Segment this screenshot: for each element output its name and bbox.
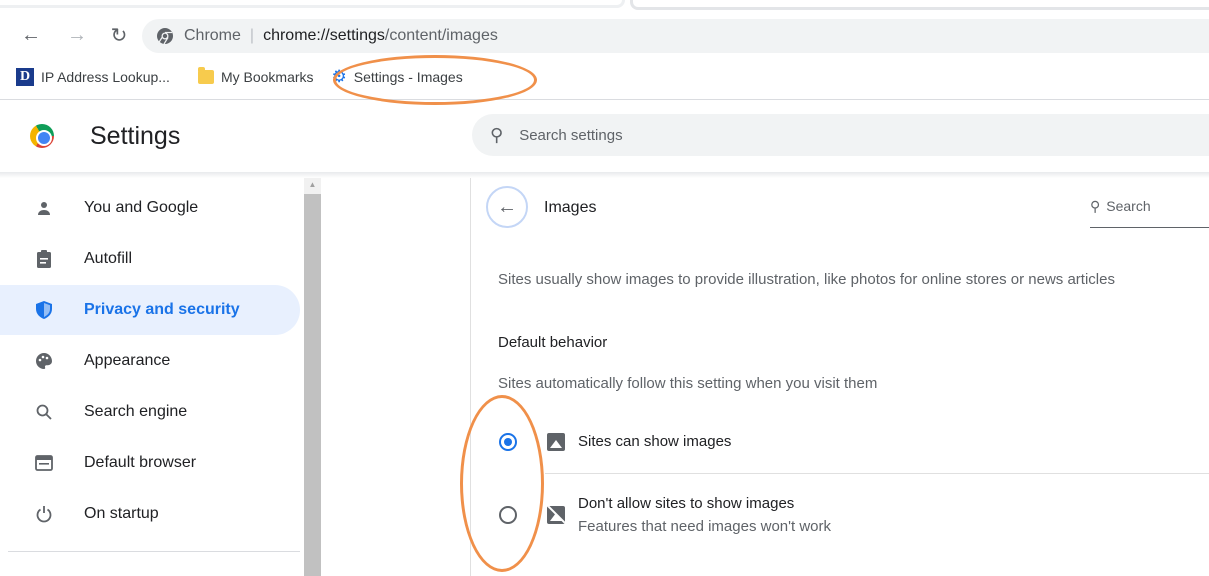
tab-strip (0, 0, 1209, 10)
back-button[interactable]: ← (486, 186, 528, 228)
power-icon (34, 505, 54, 523)
sidebar-item-privacy-and-security[interactable]: Privacy and security (0, 285, 300, 335)
sidebar-divider (8, 551, 300, 552)
option-allow-images-label[interactable]: Sites can show images (578, 433, 731, 450)
option-divider (545, 473, 1209, 474)
default-behavior-title: Default behavior (498, 334, 608, 351)
search-settings-input[interactable]: ⚲ Search settings (472, 114, 1209, 156)
option-block-images-label[interactable]: Don't allow sites to show images (578, 495, 794, 512)
sidebar: You and Google Autofill Privacy and secu… (0, 178, 300, 576)
omnibox-separator: | (249, 27, 255, 44)
browser-toolbar: ← → ↻ Chrome | chrome://settings/content… (0, 14, 1209, 56)
sidebar-item-search-engine[interactable]: Search engine (0, 387, 300, 437)
clipboard-icon (34, 250, 54, 268)
panel-description: Sites usually show images to provide ill… (498, 271, 1115, 288)
sidebar-item-label: On startup (84, 505, 159, 522)
annotation-oval-tab (333, 55, 537, 105)
sidebar-item-appearance[interactable]: Appearance (0, 336, 300, 386)
palette-icon (34, 352, 54, 370)
image-blocked-icon (547, 506, 565, 524)
sidebar-item-autofill[interactable]: Autofill (0, 234, 300, 284)
bookmark-label: IP Address Lookup... (41, 69, 170, 85)
search-icon: ⚲ (1090, 198, 1101, 214)
d-favicon-icon: D (16, 68, 34, 86)
site-label: Chrome (184, 27, 241, 44)
bookmark-label: My Bookmarks (220, 69, 314, 85)
browser-icon (34, 455, 54, 471)
folder-icon (197, 67, 214, 84)
search-icon (34, 404, 54, 420)
back-arrow-icon[interactable]: ← (18, 22, 44, 48)
option-block-images-sublabel: Features that need images won't work (578, 518, 831, 535)
url-host: chrome://settings (263, 27, 385, 44)
sidebar-item-label: Autofill (84, 250, 133, 267)
forward-arrow-icon[interactable]: → (64, 22, 90, 48)
sidebar-item-label: Search engine (84, 403, 188, 420)
panel-search-input[interactable]: ⚲ Search (1090, 198, 1209, 228)
scroll-up-arrow-icon[interactable]: ▲ (304, 178, 321, 192)
annotation-oval-radios (460, 395, 544, 572)
search-icon: ⚲ (490, 124, 504, 145)
tab-edge (0, 0, 625, 8)
sidebar-item-default-browser[interactable]: Default browser (0, 438, 300, 488)
sidebar-item-label: Appearance (84, 352, 171, 369)
sidebar-item-you-and-google[interactable]: You and Google (0, 183, 300, 233)
bookmarks-bar: D IP Address Lookup... My Bookmarks ⚙ Se… (0, 60, 1209, 94)
arrow-left-icon: ← (497, 195, 517, 218)
address-bar[interactable]: Chrome | chrome://settings/content/image… (142, 19, 1209, 53)
sidebar-item-label: Privacy and security (84, 301, 240, 318)
search-placeholder: Search settings (519, 126, 623, 144)
sidebar-item-on-startup[interactable]: On startup (0, 489, 300, 539)
default-behavior-subtitle: Sites automatically follow this setting … (498, 375, 878, 392)
url-path: /content/images (384, 27, 498, 44)
tab-edge (630, 0, 1209, 10)
image-icon (547, 433, 565, 451)
shield-icon (34, 301, 54, 319)
chrome-logo-icon (30, 124, 54, 148)
chrome-site-icon (157, 28, 173, 45)
sidebar-item-label: You and Google (84, 199, 199, 216)
bookmark-ip-lookup[interactable]: D IP Address Lookup... (16, 68, 170, 86)
scrollbar-thumb[interactable] (304, 194, 321, 576)
sidebar-item-label: Default browser (84, 454, 197, 471)
bookmark-my-bookmarks[interactable]: My Bookmarks (197, 67, 314, 85)
panel-search-label: Search (1106, 198, 1151, 214)
reload-icon[interactable]: ↻ (106, 22, 132, 48)
person-icon (34, 200, 54, 216)
panel-heading: Images (544, 199, 597, 216)
page-title: Settings (90, 122, 181, 150)
settings-header: Settings ⚲ Search settings (0, 100, 1209, 172)
